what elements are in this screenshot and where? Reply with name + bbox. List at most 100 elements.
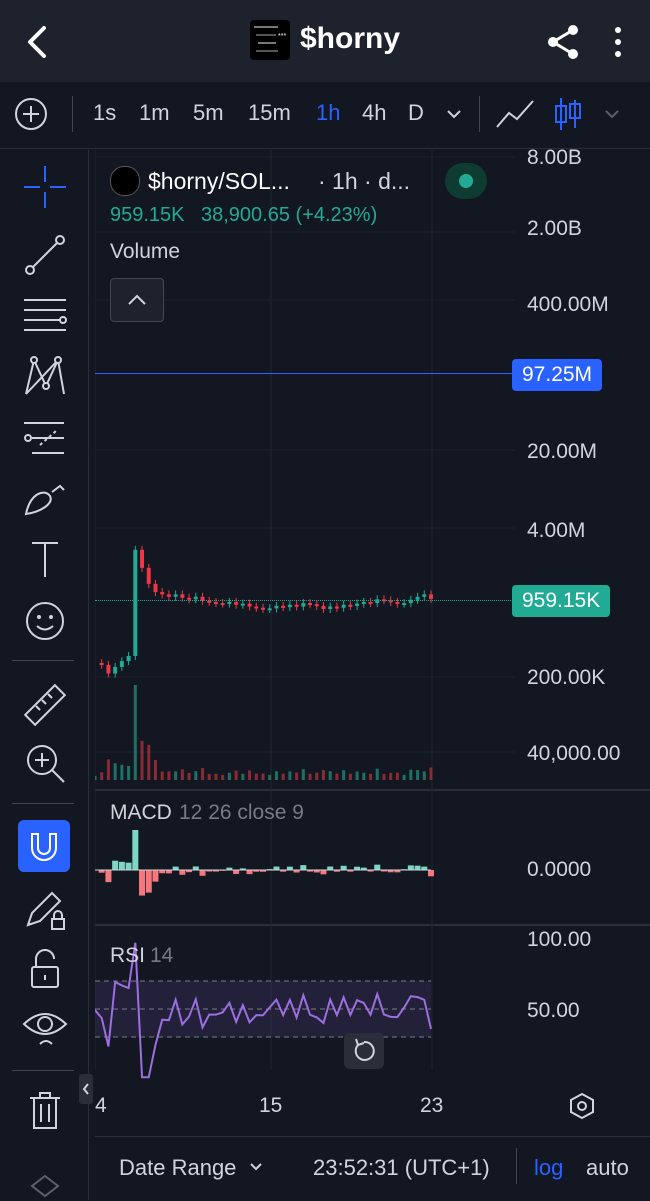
chart-settings-icon[interactable] <box>566 1090 598 1122</box>
tool-divider <box>12 1070 74 1071</box>
volume-bar <box>295 772 299 780</box>
candle-body <box>395 601 400 604</box>
crosshair-icon[interactable] <box>20 162 70 212</box>
timeframe-dropdown-icon[interactable] <box>444 104 464 124</box>
date-range-button[interactable]: Date Range <box>119 1155 236 1181</box>
auto-scale-toggle[interactable]: auto <box>586 1155 629 1181</box>
price-scale-label: 8.00B <box>527 146 582 169</box>
horizontal-line-drawing[interactable] <box>95 373 513 374</box>
timeframe-1h[interactable]: 1h <box>316 100 340 126</box>
magnet-icon <box>31 833 57 861</box>
candle-body <box>429 594 433 599</box>
candle-body <box>173 594 178 597</box>
price-scale-label: 20.00M <box>527 440 598 463</box>
hide-drawings-icon[interactable] <box>28 1172 62 1200</box>
candle-body <box>422 594 427 597</box>
volume-bar <box>382 773 386 780</box>
candle-body <box>234 601 239 605</box>
log-scale-toggle[interactable]: log <box>534 1155 563 1181</box>
candle-body <box>133 549 138 656</box>
candle-body <box>220 603 225 606</box>
price-scale-label: 200.00K <box>527 666 606 689</box>
pencil-lock-icon[interactable] <box>20 885 70 935</box>
legend-symbol[interactable]: $horny/SOL... <box>148 168 290 195</box>
pattern-icon[interactable] <box>20 352 70 402</box>
horizontal-line-price-tag: 97.25M <box>512 359 603 391</box>
collapse-toolbar-icon[interactable] <box>79 1074 93 1104</box>
trash-icon[interactable] <box>20 1086 70 1136</box>
macd-bar <box>192 866 199 870</box>
volume-bar <box>201 768 205 780</box>
more-vertical-icon[interactable] <box>606 24 630 60</box>
candle-body <box>281 605 286 608</box>
lock-icon[interactable] <box>20 945 70 995</box>
eye-icon[interactable] <box>20 1000 70 1050</box>
macd-bar <box>374 864 381 870</box>
macd-histogram <box>95 830 434 896</box>
reset-chart-button[interactable] <box>344 1033 384 1069</box>
volume-bar <box>167 771 171 780</box>
candles-icon[interactable] <box>553 96 583 132</box>
text-icon[interactable] <box>20 535 70 585</box>
timeframe-4h[interactable]: 4h <box>362 100 386 126</box>
collapse-legend-button[interactable] <box>110 278 164 322</box>
fib-lines-icon[interactable] <box>20 292 70 342</box>
volume-bar <box>422 771 426 780</box>
volume-bar <box>288 771 292 780</box>
volume-bars <box>95 685 433 780</box>
brush-icon[interactable] <box>20 474 70 524</box>
macd-bar <box>300 865 307 870</box>
timeframe-1m[interactable]: 1m <box>139 100 170 126</box>
chart-type-dropdown-icon[interactable] <box>602 104 622 124</box>
price-candles <box>99 545 433 678</box>
macd-bar <box>428 870 434 877</box>
market-status-badge[interactable] <box>445 163 487 199</box>
rsi-scale-label-100: 100.00 <box>527 928 592 951</box>
macd-bar <box>246 870 253 875</box>
volume-bar <box>301 769 305 780</box>
magnet-button[interactable] <box>18 820 70 872</box>
candle-body <box>254 606 259 609</box>
volume-bar <box>187 773 191 780</box>
zoom-in-icon[interactable] <box>20 738 70 788</box>
volume-bar <box>335 773 339 780</box>
macd-label: MACD <box>110 801 172 824</box>
candle-body <box>193 596 198 600</box>
add-indicator-icon[interactable] <box>14 97 48 131</box>
chevron-up-icon <box>128 294 146 305</box>
timeframe-1s[interactable]: 1s <box>93 100 116 126</box>
volume-bar <box>95 776 97 780</box>
last-price-line <box>95 600 513 601</box>
volume-bar <box>207 773 211 780</box>
macd-bar <box>118 861 125 870</box>
legend-interval: · 1h · d... <box>318 168 411 194</box>
macd-scale-label: 0.0000 <box>527 858 592 881</box>
macd-params: 12 26 close 9 <box>179 801 304 824</box>
clock-timezone[interactable]: 23:52:31 (UTC+1) <box>313 1155 490 1181</box>
macd-bar <box>320 870 327 875</box>
candle-body <box>247 603 252 607</box>
candle-body <box>153 583 158 593</box>
macd-bar <box>407 865 414 870</box>
macd-bar <box>179 870 186 875</box>
macd-bar <box>112 860 119 870</box>
chevron-down-icon[interactable] <box>247 1158 265 1176</box>
forecast-icon[interactable] <box>20 413 70 463</box>
candle-body <box>287 604 292 608</box>
timeframe-d[interactable]: D <box>408 100 424 126</box>
macd-bar <box>132 830 139 870</box>
back-arrow-icon[interactable] <box>18 22 58 62</box>
trend-line-icon[interactable] <box>20 230 70 280</box>
share-icon[interactable] <box>543 22 583 62</box>
candle-body <box>140 549 145 568</box>
token-logo: *** <box>250 20 290 60</box>
rsi-params: 14 <box>150 944 174 967</box>
timeframe-15m[interactable]: 15m <box>248 100 291 126</box>
volume-bar <box>174 771 178 780</box>
emoji-icon[interactable] <box>20 596 70 646</box>
timeframe-5m[interactable]: 5m <box>193 100 224 126</box>
line-chart-icon[interactable] <box>495 97 535 131</box>
ruler-icon[interactable] <box>20 680 70 730</box>
volume-bar <box>106 759 110 780</box>
candle-body <box>99 662 104 665</box>
